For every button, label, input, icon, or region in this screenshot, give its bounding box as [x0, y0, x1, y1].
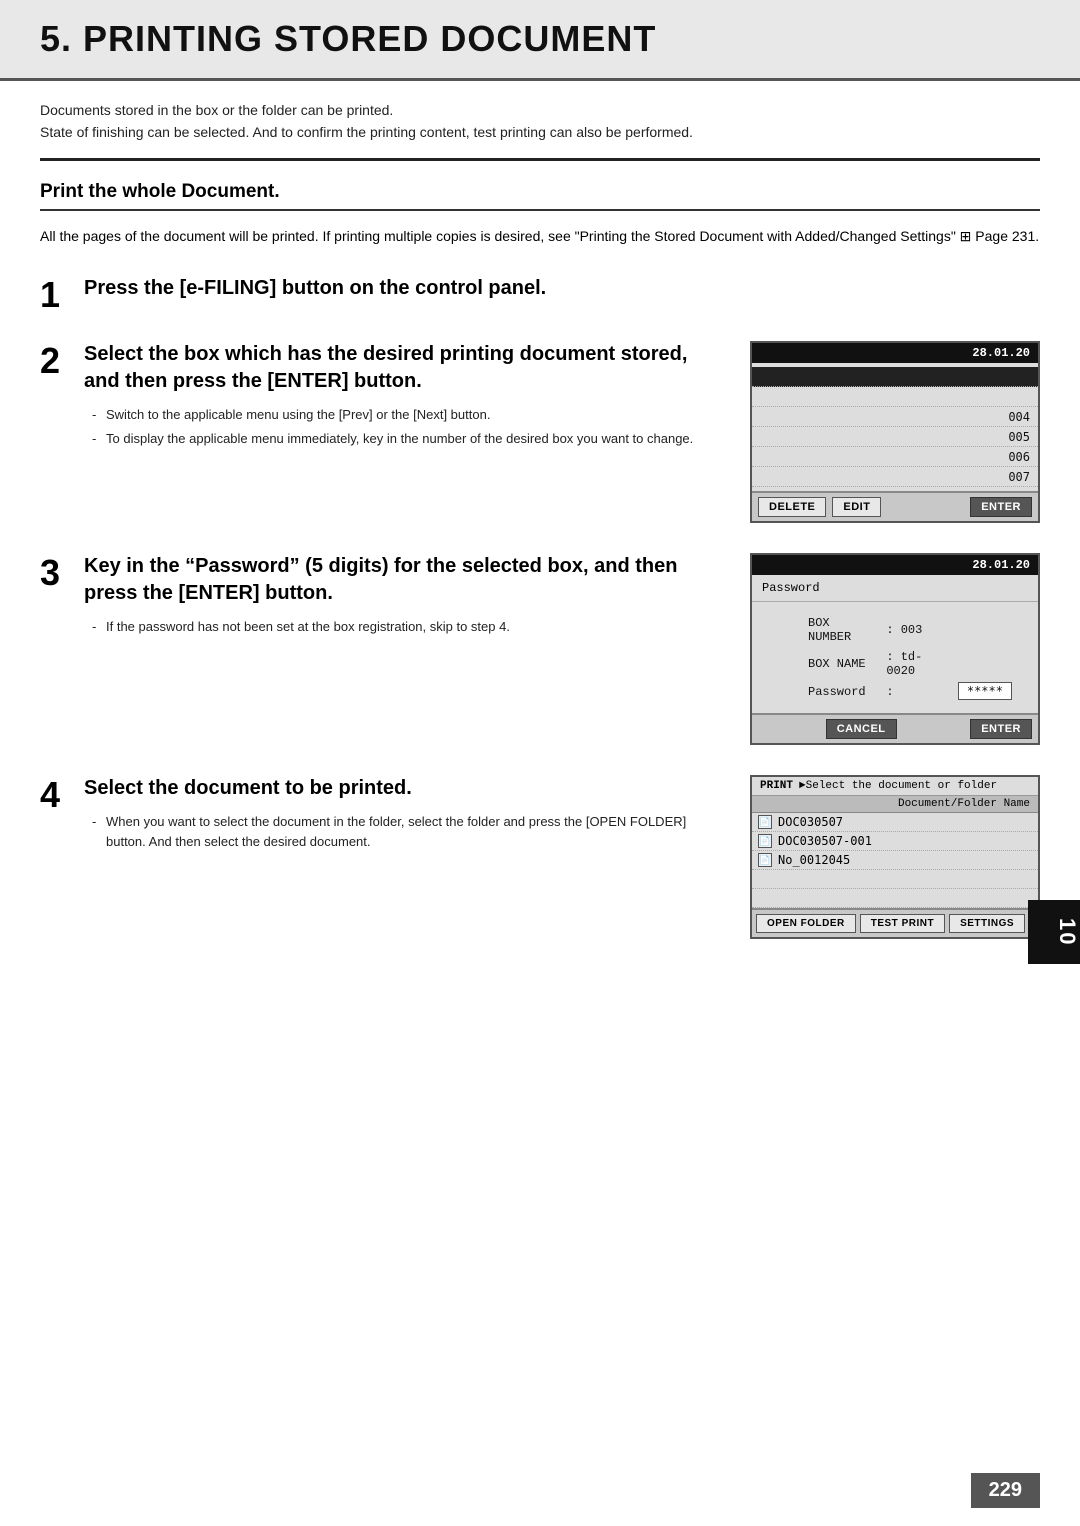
step2-bullet-1: Switch to the applicable menu using the … [92, 405, 726, 425]
step4-header-text: ►Select the document or folder [799, 780, 997, 792]
step2-lcd-row-0 [752, 367, 1038, 387]
intro-line1: Documents stored in the box or the folde… [40, 99, 1040, 121]
step4-doc-name-1: DOC030507-001 [778, 834, 872, 848]
step4-column-header: Document/Folder Name [752, 796, 1038, 813]
step3-pass-field-colon: : [882, 682, 946, 701]
step2-lcd-row-4: 006 [752, 447, 1038, 467]
step4-left: 4 Select the document to be printed. Whe… [40, 775, 726, 939]
step2-delete-btn[interactable]: DELETE [758, 497, 826, 517]
page-number: 229 [971, 1473, 1040, 1508]
step3-content: Key in the “Password” (5 digits) for the… [84, 553, 726, 641]
step3-title: Key in the “Password” (5 digits) for the… [84, 553, 726, 607]
step1-content: Press the [e-FILING] button on the contr… [84, 275, 1040, 312]
step4-doc-icon-0: 📄 [758, 815, 772, 829]
step4-screen: PRINT ►Select the document or folder Doc… [750, 775, 1040, 939]
step2-lcd-row-5: 007 [752, 467, 1038, 487]
step2-left: 2 Select the box which has the desired p… [40, 341, 726, 523]
step4-lcd-buttons: OPEN FOLDER TEST PRINT SETTINGS [752, 908, 1038, 937]
step3-pass-field-label: Password [804, 682, 880, 701]
step1-block: 1 Press the [e-FILING] button on the con… [40, 275, 1040, 313]
step3-bullets: If the password has not been set at the … [84, 617, 726, 637]
step3-bullet-1: If the password has not been set at the … [92, 617, 726, 637]
step4-content: Select the document to be printed. When … [84, 775, 726, 855]
step3-lcd-buttons: CANCEL ENTER [752, 713, 1038, 743]
step3-screen: 28.01.20 Password BOX NUMBER : 003 BOX N… [750, 553, 1040, 745]
step3-password-row: Password : ***** [804, 682, 1016, 701]
step4-bullets: When you want to select the document in … [84, 812, 726, 851]
intro-line2: State of finishing can be selected. And … [40, 121, 1040, 143]
step4-lcd-header: PRINT ►Select the document or folder [752, 777, 1038, 796]
step4-testprint-btn[interactable]: TEST PRINT [860, 914, 945, 933]
step2-row5-num: 007 [1008, 470, 1030, 484]
step2-lcd: 28.01.20 004 [750, 341, 1040, 523]
step2-edit-btn[interactable]: EDIT [832, 497, 881, 517]
step3-info-table: BOX NUMBER : 003 BOX NAME : td-0020 Pass… [782, 608, 1038, 707]
step4-block: 4 Select the document to be printed. Whe… [40, 775, 1040, 939]
step3-boxnum-value: : 003 [882, 614, 946, 646]
step2-title: Select the box which has the desired pri… [84, 341, 726, 395]
step3-boxname-label: BOX NAME [804, 648, 880, 680]
step3-cancel-btn[interactable]: CANCEL [826, 719, 897, 739]
step2-block: 2 Select the box which has the desired p… [40, 341, 1040, 523]
step3-password-label: Password [762, 581, 820, 595]
step1-title: Press the [e-FILING] button on the contr… [84, 275, 1040, 302]
step4-doc-list: 📄 DOC030507 📄 DOC030507-001 📄 No_0012045 [752, 813, 1038, 908]
step2-lcd-row-1 [752, 387, 1038, 407]
step2-screen: 28.01.20 004 [750, 341, 1040, 523]
step4-doc-name-0: DOC030507 [778, 815, 843, 829]
step4-doc-icon-1: 📄 [758, 834, 772, 848]
step4-doc-icon-2: 📄 [758, 853, 772, 867]
step2-row4-num: 006 [1008, 450, 1030, 464]
step2-row2-num: 004 [1008, 410, 1030, 424]
step2-lcd-buttons: DELETE EDIT ENTER [752, 491, 1038, 521]
step4-doc-row-0[interactable]: 📄 DOC030507 [752, 813, 1038, 832]
chapter-tab: 10 [1028, 900, 1080, 964]
step3-boxname-value: : td-0020 [882, 648, 946, 680]
step3-lcd: 28.01.20 Password BOX NUMBER : 003 BOX N… [750, 553, 1040, 745]
page-header: 5. PRINTING STORED DOCUMENT [0, 0, 1080, 81]
section-body: All the pages of the document will be pr… [40, 225, 1040, 247]
step4-settings-btn[interactable]: SETTINGS [949, 914, 1025, 933]
section-heading: Print the whole Document. [40, 181, 1040, 211]
step2-row3-num: 005 [1008, 430, 1030, 444]
step4-title: Select the document to be printed. [84, 775, 726, 802]
page-title: 5. PRINTING STORED DOCUMENT [40, 18, 1040, 60]
step3-pass-field-value[interactable]: ***** [958, 682, 1012, 700]
step2-bullet-2: To display the applicable menu immediate… [92, 429, 726, 449]
step4-doc-row-1[interactable]: 📄 DOC030507-001 [752, 832, 1038, 851]
step3-lcd-topbar: 28.01.20 [752, 555, 1038, 575]
step4-doc-row-3 [752, 870, 1038, 889]
step3-boxname-row: BOX NAME : td-0020 [804, 648, 1016, 680]
step4-bullet-1: When you want to select the document in … [92, 812, 726, 851]
step3-boxnum-row: BOX NUMBER : 003 [804, 614, 1016, 646]
step3-boxnum-label: BOX NUMBER [804, 614, 880, 646]
step4-doc-name-2: No_0012045 [778, 853, 850, 867]
section-heading-text: Print the whole Document. [40, 181, 1040, 203]
step4-lcd: PRINT ►Select the document or folder Doc… [750, 775, 1040, 939]
step2-enter-btn[interactable]: ENTER [970, 497, 1032, 517]
step3-left: 3 Key in the “Password” (5 digits) for t… [40, 553, 726, 745]
step4-header-prefix: PRINT [760, 780, 793, 792]
intro-section: Documents stored in the box or the folde… [40, 81, 1040, 161]
step3-number: 3 [40, 553, 84, 591]
step2-number: 2 [40, 341, 84, 379]
step2-lcd-row-3: 005 [752, 427, 1038, 447]
step2-lcd-main: 004 005 006 007 [752, 363, 1038, 491]
step4-openfolder-btn[interactable]: OPEN FOLDER [756, 914, 856, 933]
step4-number: 4 [40, 775, 84, 813]
step1-number: 1 [40, 275, 84, 313]
step2-content: Select the box which has the desired pri… [84, 341, 726, 452]
step4-doc-row-2[interactable]: 📄 No_0012045 [752, 851, 1038, 870]
step3-block: 3 Key in the “Password” (5 digits) for t… [40, 553, 1040, 745]
step4-doc-row-4 [752, 889, 1038, 908]
step3-enter-btn[interactable]: ENTER [970, 719, 1032, 739]
step3-lcd-label: Password [752, 575, 1038, 602]
step2-bullets: Switch to the applicable menu using the … [84, 405, 726, 448]
step2-lcd-topbar: 28.01.20 [752, 343, 1038, 363]
step2-lcd-row-2: 004 [752, 407, 1038, 427]
step2-row-list: 004 005 006 007 [752, 363, 1038, 491]
